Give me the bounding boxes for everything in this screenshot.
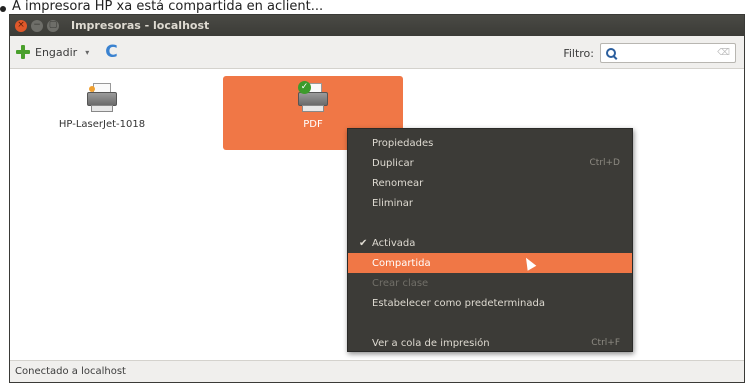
title-bar[interactable]: × − ▢ Impresoras - localhost: [10, 15, 744, 36]
menu-item-enabled[interactable]: ✔ Activada: [348, 233, 632, 253]
menu-item-view-queue[interactable]: Ver a cola de impresión Ctrl+F: [348, 333, 632, 353]
menu-item-label: Propiedades: [372, 137, 434, 149]
context-menu: Propiedades Duplicar Ctrl+D Renomear Eli…: [347, 128, 633, 352]
printers-window: × − ▢ Impresoras - localhost Engadir ▾ C…: [9, 14, 745, 383]
menu-separator: [348, 313, 632, 333]
bullet-dot: [0, 6, 6, 12]
chevron-down-icon[interactable]: ▾: [85, 48, 89, 57]
menu-item-duplicate[interactable]: Duplicar Ctrl+D: [348, 153, 632, 173]
menu-item-label: Ver a cola de impresión: [372, 337, 490, 349]
menu-item-rename[interactable]: Renomear: [348, 173, 632, 193]
printer-icon: [85, 83, 119, 113]
filter-group: Filtro: ⌫: [563, 43, 736, 63]
printer-name: HP-LaserJet-1018: [58, 119, 146, 130]
clear-icon[interactable]: ⌫: [717, 48, 730, 58]
plus-icon: [16, 45, 30, 59]
menu-separator: [348, 213, 632, 233]
check-icon: ✔: [359, 237, 368, 249]
menu-item-label: Renomear: [372, 177, 424, 189]
menu-item-label: Activada: [372, 237, 416, 249]
window-title: Impresoras - localhost: [71, 19, 210, 32]
menu-item-accel: Ctrl+F: [591, 338, 620, 348]
status-bar: Conectado a localhost: [10, 360, 744, 382]
maximize-icon[interactable]: ▢: [47, 19, 59, 32]
filter-input[interactable]: ⌫: [600, 43, 736, 63]
menu-item-create-class: Crear clase: [348, 273, 632, 293]
menu-item-properties[interactable]: Propiedades: [348, 133, 632, 153]
status-text: Conectado a localhost: [15, 366, 126, 377]
menu-item-label: Eliminar: [372, 197, 413, 209]
minimize-icon[interactable]: −: [31, 19, 43, 32]
menu-item-label: Compartida: [372, 257, 431, 269]
default-check-icon: ✓: [298, 81, 311, 94]
add-printer-button[interactable]: Engadir ▾: [16, 45, 89, 59]
menu-item-delete[interactable]: Eliminar: [348, 193, 632, 213]
printer-item-hp[interactable]: HP-LaserJet-1018: [12, 76, 192, 150]
refresh-icon[interactable]: C: [105, 43, 117, 61]
add-button-label: Engadir: [35, 45, 78, 59]
caption-text: A impresora HP xa está compartida en acl…: [12, 0, 324, 14]
filter-label: Filtro:: [563, 46, 594, 60]
printer-default-icon: ✓: [296, 81, 330, 113]
search-icon: [606, 47, 617, 59]
mouse-pointer-icon: [521, 255, 537, 271]
printer-name: PDF: [303, 119, 323, 130]
menu-item-label: Duplicar: [372, 157, 414, 169]
page-caption: A impresora HP xa está compartida en acl…: [0, 0, 745, 14]
menu-item-set-default[interactable]: Estabelecer como predeterminada: [348, 293, 632, 313]
toolbar: Engadir ▾ C Filtro: ⌫: [10, 36, 744, 69]
menu-item-accel: Ctrl+D: [589, 158, 621, 168]
close-icon[interactable]: ×: [15, 19, 27, 32]
menu-item-label: Crear clase: [372, 277, 429, 289]
menu-item-label: Estabelecer como predeterminada: [372, 297, 545, 309]
menu-item-shared[interactable]: Compartida: [348, 253, 632, 273]
